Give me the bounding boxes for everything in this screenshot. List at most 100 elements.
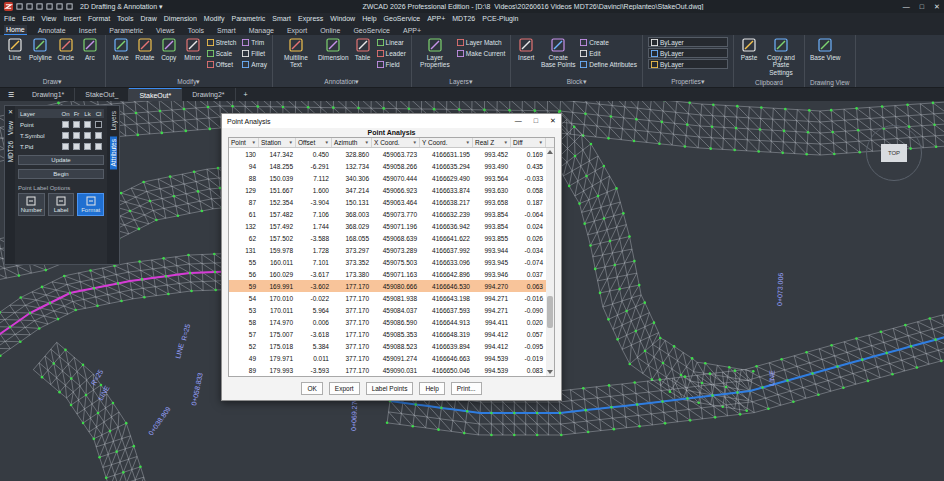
quick-access-icon[interactable]: [56, 3, 63, 10]
ribbon-large-button[interactable]: Multiline Text: [278, 37, 314, 69]
filter-icon[interactable]: ▼: [325, 140, 329, 145]
filter-icon[interactable]: ▼: [539, 140, 543, 145]
menu-item[interactable]: Modify: [204, 15, 225, 22]
ribbon-large-button[interactable]: Layer Properties: [417, 37, 453, 69]
table-row[interactable]: 132157.4921.744368.029459071.1964166636.…: [229, 220, 546, 232]
palette-side-label[interactable]: View: [7, 121, 14, 135]
ribbon-tab[interactable]: Home: [4, 25, 27, 35]
menu-item[interactable]: Parametric: [231, 15, 265, 22]
ribbon-group-label[interactable]: Layers▾: [417, 78, 505, 86]
ribbon-large-button[interactable]: Insert: [516, 37, 536, 61]
ribbon-group-label[interactable]: Block▾: [516, 78, 637, 86]
palette-button[interactable]: Update: [18, 155, 104, 165]
table-row[interactable]: 62157.502-3.588168.055459068.6394166641.…: [229, 232, 546, 244]
layer-checkbox[interactable]: [73, 143, 80, 150]
ribbon-tab[interactable]: Smart: [215, 26, 238, 35]
table-row[interactable]: 54170.010-0.022177.170459081.9384166643.…: [229, 292, 546, 304]
filter-icon[interactable]: ▼: [413, 140, 417, 145]
document-tab[interactable]: Drawing2*: [182, 88, 235, 101]
layer-checkbox[interactable]: [73, 121, 80, 128]
ribbon-small-button[interactable]: Offset: [207, 59, 237, 70]
ribbon-large-button[interactable]: Base View: [810, 37, 841, 61]
ribbon-large-button[interactable]: Dimension: [318, 37, 349, 61]
dialog-button[interactable]: Print...: [451, 382, 482, 395]
window-control-button[interactable]: —: [903, 3, 910, 11]
menu-item[interactable]: File: [4, 15, 15, 22]
layer-checkbox[interactable]: [95, 143, 102, 150]
label-mode-button[interactable]: Format: [77, 193, 104, 216]
menu-item[interactable]: Insert: [63, 15, 81, 22]
column-header[interactable]: Real Z▼: [473, 138, 511, 147]
ribbon-tab[interactable]: Tools: [186, 26, 206, 35]
ribbon-tab[interactable]: GeoService: [351, 26, 392, 35]
ribbon-small-button[interactable]: Field: [377, 59, 406, 70]
menu-item[interactable]: Edit: [22, 15, 34, 22]
workspace-selector[interactable]: 2D Drafting & Annotation ▾: [80, 3, 163, 11]
ribbon-large-button[interactable]: Mirror: [183, 37, 203, 61]
window-control-button[interactable]: □: [920, 3, 924, 11]
quick-access-icon[interactable]: [46, 3, 53, 10]
table-row[interactable]: 89179.993-3.593177.170459090.0314166650.…: [229, 364, 546, 376]
table-row[interactable]: 49179.9710.011377.170459091.2744166646.6…: [229, 352, 546, 364]
ribbon-large-button[interactable]: Copy: [159, 37, 179, 61]
menu-item[interactable]: PCE-Plugin: [482, 15, 518, 22]
quick-access-icon[interactable]: [16, 3, 23, 10]
dialog-title-bar[interactable]: Point Analysis—□✕: [222, 114, 561, 128]
dialog-button[interactable]: OK: [301, 382, 322, 395]
dialog-window-control[interactable]: ✕: [550, 117, 556, 125]
label-mode-button[interactable]: Number: [18, 193, 45, 216]
ribbon-small-button[interactable]: Layer Match: [457, 37, 505, 48]
dialog-window-control[interactable]: □: [534, 117, 538, 125]
ribbon-tab[interactable]: Online: [318, 26, 342, 35]
table-row[interactable]: 88150.0397.112340.306459070.4444166629.4…: [229, 172, 546, 184]
ribbon-large-button[interactable]: Arc: [80, 37, 100, 61]
ribbon-large-button[interactable]: Polyline: [29, 37, 52, 61]
column-header[interactable]: Diff▼: [511, 138, 546, 147]
table-row[interactable]: 87152.354-3.904150.131459063.4644166638.…: [229, 196, 546, 208]
ribbon-tab[interactable]: Views: [154, 26, 177, 35]
ribbon-large-button[interactable]: Paste: [739, 37, 759, 61]
layer-checkbox[interactable]: [84, 132, 91, 139]
ribbon-tab[interactable]: Parametric: [107, 26, 145, 35]
filter-icon[interactable]: ▼: [466, 140, 470, 145]
ribbon-group-label[interactable]: Drawing View: [810, 79, 850, 86]
document-tab[interactable]: Drawing1*: [22, 88, 75, 101]
palette-tab[interactable]: Attributes: [110, 136, 117, 169]
dialog-window-control[interactable]: —: [515, 117, 522, 125]
ribbon-tab[interactable]: Insert: [77, 26, 99, 35]
ribbon-small-button[interactable]: Linear: [377, 37, 406, 48]
layer-checkbox[interactable]: [84, 121, 91, 128]
column-header[interactable]: X Coord.▼: [372, 138, 420, 147]
menu-item[interactable]: Tools: [117, 15, 133, 22]
ribbon-large-button[interactable]: Line: [5, 37, 25, 61]
menu-item[interactable]: Window: [330, 15, 355, 22]
ribbon-group-label[interactable]: Properties▾: [648, 78, 728, 86]
menu-item[interactable]: Draw: [140, 15, 156, 22]
table-row[interactable]: 61157.4827.106368.003459073.7704166632.2…: [229, 208, 546, 220]
view-cube-face[interactable]: TOP: [881, 144, 907, 162]
ribbon-large-button[interactable]: Rotate: [135, 37, 155, 61]
menu-item[interactable]: Smart: [272, 15, 291, 22]
ribbon-large-button[interactable]: Copy and Paste Settings: [763, 37, 799, 76]
layer-checkbox[interactable]: [73, 132, 80, 139]
menu-item[interactable]: Format: [88, 15, 110, 22]
ribbon-group-label[interactable]: Annotation▾: [278, 78, 406, 86]
palette-tab[interactable]: Layers: [110, 108, 117, 134]
scroll-up-icon[interactable]: [547, 150, 553, 154]
filter-icon[interactable]: ▼: [252, 140, 256, 145]
dialog-button[interactable]: Help: [419, 382, 444, 395]
document-menu-button[interactable]: ☰: [0, 88, 22, 101]
view-cube-compass[interactable]: TOP: [866, 125, 922, 181]
ribbon-small-button[interactable]: ByLayer: [648, 48, 728, 58]
layer-checkbox[interactable]: [95, 132, 102, 139]
ribbon-tab[interactable]: Export: [285, 26, 309, 35]
table-row[interactable]: 129151.6671.600347.214459066.9234166633.…: [229, 184, 546, 196]
quick-access-icon[interactable]: [26, 3, 33, 10]
ribbon-large-button[interactable]: Table: [353, 37, 373, 61]
ribbon-small-button[interactable]: ByLayer: [648, 37, 728, 47]
quick-access-icon[interactable]: [36, 3, 43, 10]
quick-access-icon[interactable]: [66, 3, 73, 10]
ribbon-small-button[interactable]: Define Attributes: [580, 59, 637, 70]
menu-item[interactable]: MDT26: [452, 15, 475, 22]
column-header[interactable]: Offset▼: [296, 138, 332, 147]
